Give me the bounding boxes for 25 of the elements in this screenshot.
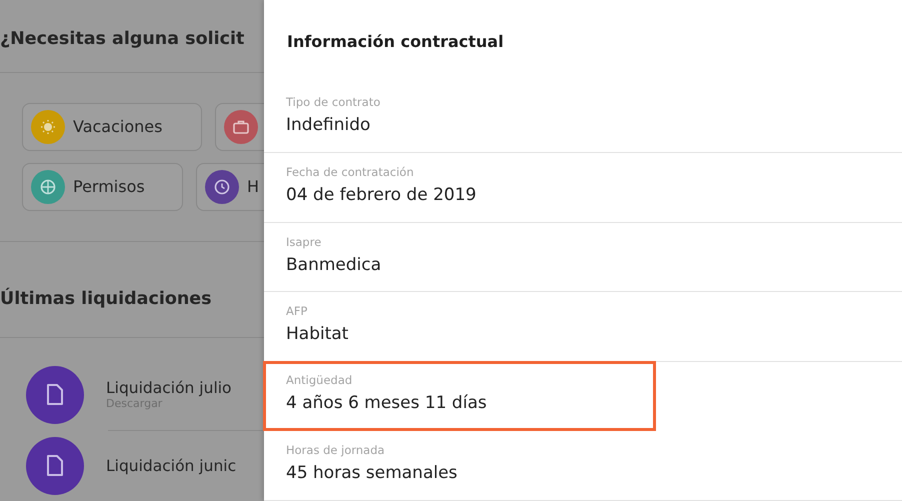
field-label: Fecha de contratación xyxy=(286,164,415,179)
sun-icon xyxy=(39,118,57,136)
field-label: Tipo de contrato xyxy=(286,95,382,110)
field-value: 04 de febrero de 2019 xyxy=(286,184,478,205)
field-value: 45 horas semanales xyxy=(286,463,458,484)
request-button[interactable] xyxy=(215,102,264,151)
field-label: Isapre xyxy=(286,234,322,249)
field-value: Habitat xyxy=(286,324,350,344)
field-label: Horas de jornada xyxy=(286,443,386,458)
drawer-title: Información contractual xyxy=(286,31,505,53)
field-value: 4 años 6 meses 11 días xyxy=(286,393,488,414)
briefcase-icon xyxy=(233,120,249,134)
field-value: Banmedica xyxy=(286,254,382,275)
field-label: AFP xyxy=(286,304,308,318)
clock-icon xyxy=(214,178,230,195)
field-value: Indefinido xyxy=(286,115,372,136)
field-label: Antigüedad xyxy=(286,373,354,388)
request-button[interactable]: Permisos xyxy=(22,162,183,211)
request-button[interactable]: H xyxy=(196,162,264,211)
payslip-title[interactable]: Liquidación junic xyxy=(106,456,264,475)
request-button[interactable]: Vacaciones xyxy=(22,102,202,151)
globe-icon xyxy=(40,178,56,195)
payslip-title[interactable]: Liquidación julio xyxy=(106,379,264,398)
section-title: Últimas liquidaciones xyxy=(0,286,213,312)
section-title: ¿Necesitas alguna solicit xyxy=(0,28,246,51)
